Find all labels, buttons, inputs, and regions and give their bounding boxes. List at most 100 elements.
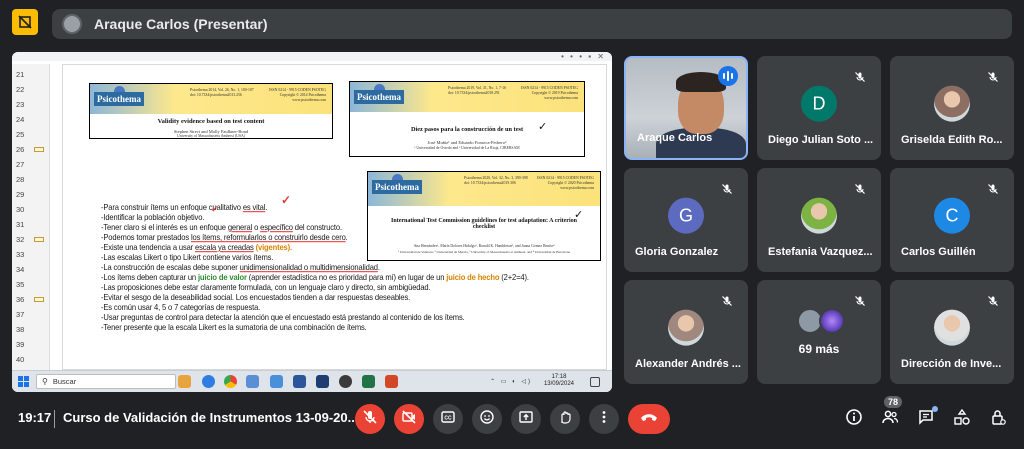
bullet-line: -Usar preguntas de control para detectar… (101, 312, 465, 323)
captions-icon: CC (440, 409, 456, 430)
activities-button[interactable] (951, 408, 973, 430)
red-check-mark: ✓ (211, 204, 219, 214)
people-button[interactable]: 78 (879, 396, 903, 431)
avatar (819, 308, 845, 334)
search-icon: ⚲ (42, 377, 48, 386)
meeting-title: Curso de Validación de Instrumentos 13-0… (63, 410, 359, 425)
presenter-avatar (62, 14, 82, 34)
bullet-line: -Existe una tendencia a usar escala ya c… (101, 242, 292, 253)
line-number: 40 (16, 355, 25, 364)
people-icon (881, 408, 899, 431)
participant-tile[interactable]: Dirección de Inve... (890, 280, 1014, 384)
line-number: 29 (16, 190, 25, 199)
comment-marker[interactable] (34, 237, 44, 242)
windows-taskbar: ⚲ Buscar ⌃ ▭ ◐ ◁) 17:18 13/09/2024 (12, 370, 612, 392)
line-number: 34 (16, 265, 25, 274)
participant-tile[interactable]: Araque Carlos (624, 56, 748, 160)
participant-tile[interactable]: Alexander Andrés ... (624, 280, 748, 384)
journal-logo: Psicothema (372, 180, 422, 194)
mic-off-icon (982, 66, 1004, 88)
line-number: 22 (16, 85, 25, 94)
participant-tile[interactable]: C Carlos Guillén (890, 168, 1014, 272)
leave-call-button[interactable] (628, 404, 670, 434)
bullet-line: -Las proposiciones debe estar claramente… (101, 282, 431, 293)
camera-toggle-button[interactable] (394, 404, 424, 434)
mic-off-icon (982, 290, 1004, 312)
activities-icon (953, 408, 971, 431)
image-app-icon[interactable] (270, 375, 283, 388)
powerpoint-icon[interactable] (385, 375, 398, 388)
top-bar: Araque Carlos (Presentar) (0, 0, 1024, 46)
line-number: 25 (16, 130, 25, 139)
journal-logo: Psicothema (354, 90, 404, 104)
host-controls-button[interactable] (987, 408, 1009, 430)
bullet-line: -Para construir ítems un enfoque cualita… (101, 202, 268, 213)
obs-icon[interactable] (339, 375, 352, 388)
presentation-banner[interactable]: Araque Carlos (Presentar) (52, 9, 1012, 39)
more-options-button[interactable] (589, 404, 619, 434)
mic-off-icon (362, 409, 378, 430)
check-mark: ✓ (538, 121, 548, 133)
meeting-time: 19:17 (18, 410, 52, 425)
comment-marker[interactable] (34, 297, 44, 302)
participant-tile[interactable]: 69 más (757, 280, 881, 384)
line-number: 24 (16, 115, 25, 124)
taskbar-clock[interactable]: 17:18 13/09/2024 (544, 374, 574, 388)
line-number: 23 (16, 100, 25, 109)
bullet-line: -Evitar el sesgo de la deseabilidad soci… (101, 292, 411, 303)
reactions-button[interactable] (472, 404, 502, 434)
mic-toggle-button[interactable] (355, 404, 385, 434)
mic-off-icon (982, 178, 1004, 200)
participant-tile[interactable]: Griselda Edith Ro... (890, 56, 1014, 160)
line-number-gutter: 21 22 23 24 25 26 27 28 29 30 31 32 33 34 35 36 37 38 39 40… (12, 64, 50, 382)
paper-affiliation: ¹ Universidad de Oviedo and ² Universida… (414, 146, 520, 150)
avatar: G (668, 197, 704, 234)
avatar (934, 309, 970, 346)
comment-marker[interactable] (34, 147, 44, 152)
bottom-bar: 19:17 Curso de Validación de Instrumento… (0, 395, 1024, 449)
system-tray-icons[interactable]: ⌃ ▭ ◐ ◁) (490, 378, 532, 385)
media-app-icon[interactable] (316, 375, 329, 388)
present-now-button[interactable] (511, 404, 541, 434)
more-participants-label: 69 más (798, 342, 840, 356)
taskbar-search[interactable]: ⚲ Buscar (36, 374, 176, 389)
avatar (668, 309, 704, 346)
avatar: D (801, 85, 837, 122)
info-icon (845, 408, 863, 431)
notification-icon[interactable] (590, 377, 600, 387)
excel-icon[interactable] (362, 375, 375, 388)
word-icon[interactable] (293, 375, 306, 388)
paper-affiliation: University of Massachusetts Amherst (USA… (177, 134, 245, 138)
line-number: 30 (16, 205, 25, 214)
bullet-list: -Para construir ítems un enfoque cualita… (101, 203, 601, 333)
chat-button[interactable] (915, 406, 938, 430)
chrome-icon[interactable] (224, 375, 237, 388)
participant-name: Diego Julian Soto ... (768, 134, 874, 146)
participant-tile[interactable]: G Gloria Gonzalez (624, 168, 748, 272)
meet-window: Araque Carlos (Presentar) • • • ▪ ✕ 21 22… (0, 0, 1024, 449)
line-number: 36 (16, 295, 25, 304)
emoji-icon (479, 409, 495, 430)
edge-icon[interactable] (202, 375, 215, 388)
mic-off-icon (716, 178, 738, 200)
participant-name: Alexander Andrés ... (635, 358, 741, 370)
paper-title: Diez pasos para la construcción de un te… (410, 126, 524, 133)
participant-tile[interactable]: Estefania Vazquez... (757, 168, 881, 272)
line-number: 39 (16, 340, 25, 349)
captions-button[interactable]: CC (433, 404, 463, 434)
raise-hand-button[interactable] (550, 404, 580, 434)
windows-start-icon[interactable] (18, 376, 29, 387)
network-app-icon[interactable] (246, 375, 259, 388)
more-vert-icon (596, 409, 612, 430)
participant-name: Araque Carlos (637, 132, 713, 144)
file-explorer-icon[interactable] (178, 375, 191, 388)
avatar (801, 197, 837, 234)
bullet-line: -Podemos tomar prestados los ítems, refo… (101, 232, 348, 243)
pin-icon[interactable] (12, 9, 38, 35)
participant-tile[interactable]: D Diego Julian Soto ... (757, 56, 881, 160)
line-number: 28 (16, 175, 25, 184)
mic-off-icon (716, 290, 738, 312)
meeting-details-button[interactable] (843, 408, 865, 430)
presenter-title: Araque Carlos (Presentar) (94, 16, 268, 32)
bullet-line: -Los ítems deben capturar un juicio de v… (101, 272, 529, 283)
